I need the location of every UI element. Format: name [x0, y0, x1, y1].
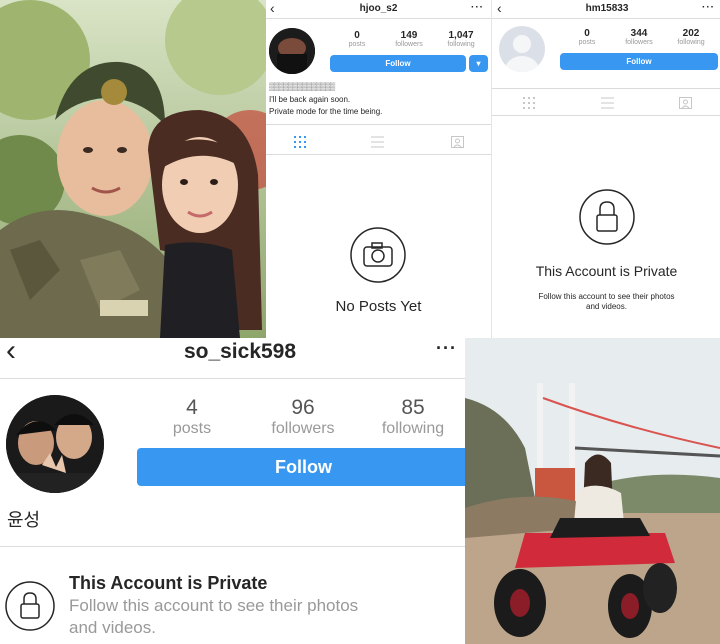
stat-posts-label: posts [348, 41, 366, 48]
default-avatar-icon [505, 35, 539, 72]
stat-posts-label: posts [578, 39, 596, 46]
profile-avatar[interactable] [6, 395, 104, 493]
display-name: ▒▒▒▒▒▒▒▒▒▒▒▒▒▒ [269, 82, 335, 91]
tabs-top-divider [266, 124, 491, 125]
stat-following-value: 1,047 [448, 30, 474, 41]
couple-selfie-photo [0, 0, 266, 338]
more-options-icon[interactable]: ··· [471, 2, 484, 13]
profile-panel-hjoo: ‹ hjoo_s2 ··· 0 posts 149 followers 1,04… [266, 0, 491, 338]
tabs-bottom-divider [266, 154, 491, 155]
stat-following-value: 85 [401, 396, 425, 419]
private-description-line-1: Follow this account to see their photos [69, 596, 359, 615]
stat-following-label: following [677, 39, 705, 46]
back-chevron-icon[interactable]: ‹ [497, 0, 502, 16]
stat-posts-value: 0 [354, 30, 360, 41]
header-divider [492, 18, 720, 19]
stat-posts[interactable]: 0 posts [336, 30, 378, 48]
stat-following-label: following [381, 420, 445, 437]
stat-following[interactable]: 202 following [670, 28, 712, 46]
list-view-icon[interactable] [601, 97, 614, 109]
list-view-icon[interactable] [371, 136, 384, 148]
stat-followers[interactable]: 344 followers [618, 28, 660, 46]
section-divider [0, 546, 465, 547]
stat-followers-value: 149 [400, 30, 418, 41]
couple-selfie-illustration [0, 0, 266, 338]
stat-followers-label: followers [395, 41, 423, 48]
back-chevron-icon[interactable]: ‹ [6, 338, 16, 368]
lock-icon [5, 581, 55, 631]
tagged-photos-icon[interactable] [451, 136, 464, 148]
profile-panel-hm15833: ‹ hm15833 ··· 0 posts 344 followers 202 … [491, 0, 720, 338]
avatar-image [269, 28, 315, 74]
display-name: 윤성 [7, 510, 41, 530]
stat-following[interactable]: 85 following [365, 396, 461, 438]
atv-photo [465, 338, 720, 644]
camera-icon [350, 227, 406, 283]
avatar-image [6, 395, 104, 493]
stat-posts-label: posts [172, 420, 212, 437]
more-options-icon[interactable]: ··· [702, 2, 715, 13]
grid-view-icon[interactable] [523, 97, 535, 109]
profile-avatar-placeholder[interactable] [499, 26, 545, 72]
stat-following-label: following [447, 41, 475, 48]
stat-posts-value: 4 [186, 396, 198, 419]
private-description-line-2: and videos. [69, 618, 156, 637]
tagged-photos-icon[interactable] [679, 97, 692, 109]
atv-illustration [465, 338, 720, 644]
stat-followers-value: 96 [291, 396, 315, 419]
tabs-top-divider [492, 88, 720, 89]
stat-following[interactable]: 1,047 following [440, 30, 482, 48]
stat-followers[interactable]: 96 followers [256, 396, 350, 438]
empty-state-text: No Posts Yet [335, 298, 422, 315]
more-options-icon[interactable]: ··· [436, 338, 457, 359]
stat-followers-label: followers [625, 39, 653, 46]
back-chevron-icon[interactable]: ‹ [270, 0, 275, 16]
header-divider [266, 18, 491, 19]
suggestions-dropdown-button[interactable]: ▾ [469, 55, 488, 72]
private-description-line-1: Follow this account to see their photos [538, 292, 675, 301]
follow-button[interactable]: Follow [137, 448, 465, 486]
tabs-bottom-divider [492, 115, 720, 116]
lock-icon [579, 189, 635, 245]
stat-posts[interactable]: 4 posts [152, 396, 232, 438]
private-title: This Account is Private [535, 263, 678, 279]
profile-username: hm15833 [585, 3, 629, 14]
profile-panel-so-sick598: ‹ so_sick598 ··· 4 posts 96 followers 85… [0, 338, 465, 644]
profile-username: hjoo_s2 [359, 3, 398, 14]
stat-followers[interactable]: 149 followers [388, 30, 430, 48]
follow-button[interactable]: Follow [330, 55, 466, 72]
stat-following-value: 202 [682, 28, 700, 39]
bio-line-2: Private mode for the time being. [269, 107, 383, 116]
header-divider [0, 378, 465, 379]
stat-followers-label: followers [271, 420, 335, 437]
profile-avatar[interactable] [269, 28, 315, 74]
stat-followers-value: 344 [630, 28, 648, 39]
bio-line-1: I'll be back again soon. [269, 95, 351, 104]
private-title: This Account is Private [69, 573, 268, 593]
follow-button[interactable]: Follow [560, 53, 718, 70]
profile-username: so_sick598 [183, 340, 297, 363]
private-description-line-2: and videos. [586, 302, 627, 311]
stat-posts[interactable]: 0 posts [567, 28, 607, 46]
grid-view-icon[interactable] [294, 136, 306, 148]
stat-posts-value: 0 [584, 28, 590, 39]
